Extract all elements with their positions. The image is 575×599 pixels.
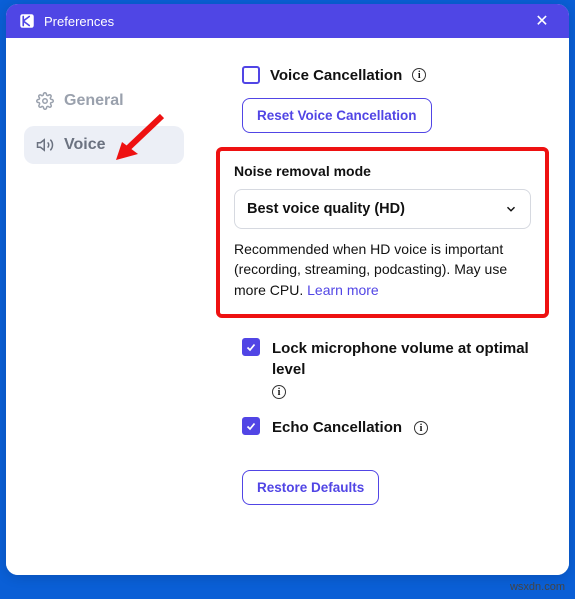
check-icon [245, 420, 257, 432]
app-logo-icon [18, 12, 36, 30]
info-icon[interactable]: i [272, 385, 286, 399]
titlebar: Preferences ✕ [6, 4, 569, 38]
info-icon[interactable]: i [414, 421, 428, 435]
voice-cancellation-checkbox[interactable] [242, 66, 260, 84]
echo-cancellation-label: Echo Cancellation [272, 417, 402, 438]
noise-removal-section: Noise removal mode Best voice quality (H… [216, 147, 549, 318]
chevron-down-icon [504, 202, 518, 216]
sidebar-item-label: General [64, 92, 124, 110]
echo-row: Echo Cancellation i [216, 417, 549, 438]
red-arrow-annotation [114, 112, 166, 160]
lock-mic-row: Lock microphone volume at optimal level [216, 338, 549, 380]
speaker-icon [36, 136, 54, 154]
sidebar-item-label: Voice [64, 136, 106, 154]
window-body: General Voice Voice Cancellation i Reset… [6, 38, 569, 575]
restore-defaults-button[interactable]: Restore Defaults [242, 470, 379, 505]
sidebar: General Voice [6, 38, 196, 575]
lock-mic-label: Lock microphone volume at optimal level [272, 338, 549, 380]
noise-removal-description: Recommended when HD voice is important (… [234, 239, 531, 300]
info-icon[interactable]: i [412, 68, 426, 82]
noise-removal-title: Noise removal mode [234, 163, 531, 179]
learn-more-link[interactable]: Learn more [307, 282, 379, 298]
echo-cancellation-checkbox[interactable] [242, 417, 260, 435]
noise-removal-select[interactable]: Best voice quality (HD) [234, 189, 531, 229]
window-title: Preferences [44, 14, 527, 29]
gear-icon [36, 92, 54, 110]
check-icon [245, 341, 257, 353]
reset-voice-cancellation-button[interactable]: Reset Voice Cancellation [242, 98, 432, 133]
lock-mic-checkbox[interactable] [242, 338, 260, 356]
close-button[interactable]: ✕ [527, 11, 557, 31]
noise-removal-selected: Best voice quality (HD) [247, 201, 405, 217]
content-panel: Voice Cancellation i Reset Voice Cancell… [196, 38, 569, 575]
preferences-window: Preferences ✕ General Voice Voice Cancel… [6, 4, 569, 575]
voice-cancellation-label: Voice Cancellation [270, 67, 402, 84]
watermark: wsxdn.com [510, 581, 565, 593]
